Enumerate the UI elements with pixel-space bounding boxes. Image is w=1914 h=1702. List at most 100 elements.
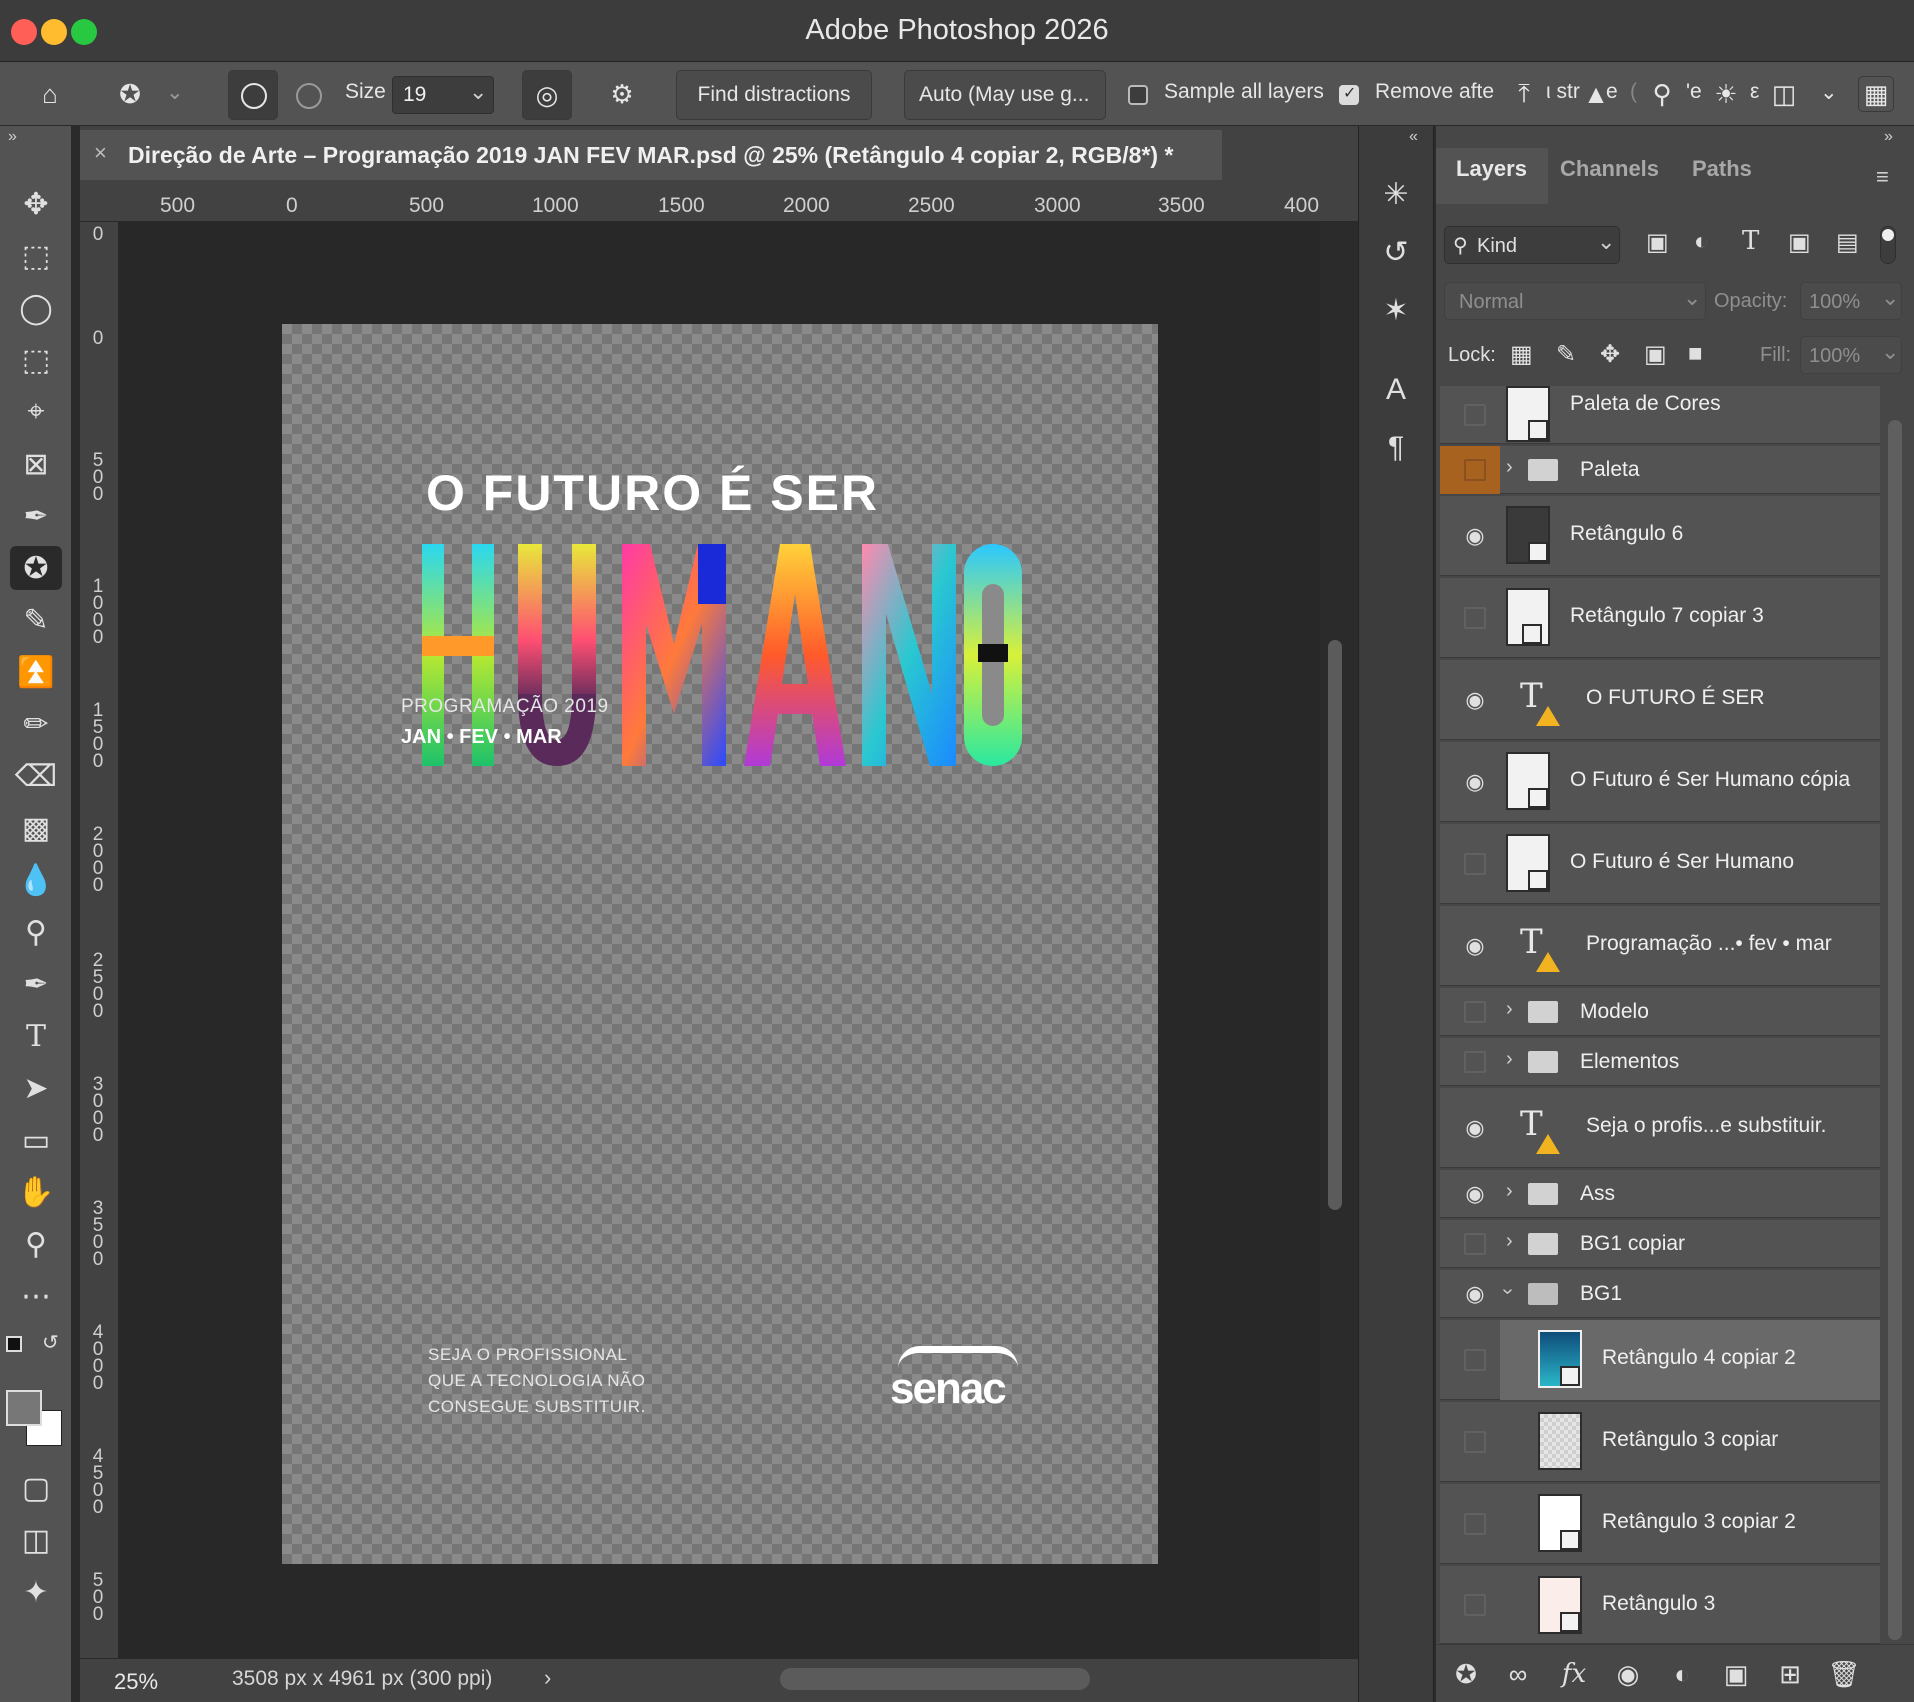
spot-healing-brush-tool-icon[interactable]: ✪ [10, 546, 62, 590]
layer-row[interactable]: › Modelo [1440, 988, 1880, 1036]
adjustment-layer-icon[interactable]: ◐ [1662, 1654, 1702, 1694]
path-selection-tool-icon[interactable]: ➤ [10, 1066, 62, 1110]
visibility-toggle[interactable] [1464, 853, 1486, 875]
visibility-toggle[interactable] [1464, 1233, 1486, 1255]
mode-dropdown[interactable]: Auto (May use g... [904, 70, 1106, 120]
tab-layers[interactable]: Layers [1456, 156, 1527, 182]
remove-after-checkbox[interactable]: ✓ [1339, 85, 1359, 105]
collapse-toolbar-icon[interactable]: » [8, 128, 17, 146]
eye-icon[interactable]: ◉ [1460, 660, 1490, 739]
layer-row[interactable]: Retângulo 3 [1440, 1566, 1880, 1644]
layer-row[interactable]: Retângulo 3 copiar [1440, 1402, 1880, 1482]
filter-toggle[interactable] [1880, 226, 1896, 264]
layer-row[interactable]: ◉ › Ass [1440, 1170, 1880, 1218]
vertical-scrollbar[interactable] [1328, 640, 1342, 1210]
filter-smart-object-icon[interactable]: ▤ [1836, 228, 1859, 257]
actions-icon[interactable]: ✶ [1372, 288, 1420, 332]
circle-minus-icon[interactable] [296, 83, 322, 109]
default-colors-icon[interactable] [6, 1336, 22, 1352]
filter-pixel-icon[interactable]: ▣ [1646, 228, 1669, 257]
history-brush-tool-icon[interactable]: ✏ [10, 702, 62, 746]
tab-paths[interactable]: Paths [1692, 156, 1752, 182]
visibility-toggle[interactable] [1464, 607, 1486, 629]
layers-scrollbar[interactable] [1888, 420, 1902, 1640]
lock-transparent-icon[interactable]: ▦ [1510, 340, 1533, 369]
lock-all-icon[interactable]: ■ [1688, 340, 1703, 368]
preset-chevron-icon[interactable]: ⌄ [166, 80, 184, 105]
generative-layer-icon[interactable]: ✪ [1446, 1654, 1486, 1694]
layer-row[interactable]: ◉ T O FUTURO É SER [1440, 660, 1880, 740]
generative-icon[interactable]: ✦ [10, 1570, 62, 1614]
document-tab[interactable]: × Direção de Arte – Programação 2019 JAN… [80, 130, 1222, 180]
workspace-layout-icon[interactable]: ◫ [1766, 76, 1802, 112]
fill-field[interactable]: 100% ⌄ [1800, 336, 1902, 374]
visibility-toggle[interactable] [1464, 1349, 1486, 1371]
add-mask-icon[interactable]: ◉ [1608, 1654, 1648, 1694]
eraser-tool-icon[interactable]: ⌫ [10, 754, 62, 798]
panel-toggle-icon[interactable]: ▦ [1858, 76, 1894, 112]
eye-icon[interactable]: ◉ [1460, 1170, 1490, 1217]
layer-style-fx-icon[interactable]: fx [1554, 1654, 1594, 1694]
layer-row[interactable]: Retângulo 4 copiar 2 [1440, 1320, 1880, 1400]
visibility-toggle[interactable] [1464, 1513, 1486, 1535]
quick-mask-icon[interactable]: ▢ [10, 1466, 62, 1510]
lasso-tool-icon[interactable]: ◯ [10, 286, 62, 330]
filter-kind-dropdown[interactable]: ⚲ Kind ⌄ [1444, 226, 1620, 264]
frame-tool-icon[interactable]: ⊠ [10, 442, 62, 486]
blur-tool-icon[interactable]: 💧 [10, 858, 62, 902]
layer-row[interactable]: Retângulo 3 copiar 2 [1440, 1484, 1880, 1564]
panel-menu-icon[interactable]: ≡ [1876, 164, 1889, 190]
visibility-toggle[interactable] [1464, 1431, 1486, 1453]
eye-icon[interactable]: ◉ [1460, 742, 1490, 821]
layer-row[interactable]: O Futuro é Ser Humano [1440, 824, 1880, 904]
visibility-toggle[interactable] [1464, 1001, 1486, 1023]
layer-row[interactable]: › Paleta [1440, 446, 1880, 494]
expand-panel-icon[interactable]: » [1884, 128, 1893, 146]
character-icon[interactable]: A [1372, 368, 1420, 412]
move-tool-icon[interactable]: ✥ [10, 182, 62, 226]
chevron-right-icon[interactable]: › [1506, 1230, 1513, 1253]
pressure-size-button[interactable]: ◎ [522, 70, 572, 120]
visibility-toggle[interactable] [1464, 1594, 1486, 1616]
layer-row[interactable]: ◉ O Futuro é Ser Humano cópia [1440, 742, 1880, 822]
dodge-tool-icon[interactable]: ⚲ [10, 910, 62, 954]
search-icon[interactable]: ⚲ [1644, 76, 1680, 112]
brush-tool-icon[interactable]: ✎ [10, 598, 62, 642]
close-tab-icon[interactable]: × [94, 140, 107, 166]
chevron-right-icon[interactable]: › [1506, 1180, 1513, 1203]
zoom-tool-icon[interactable]: ⚲ [10, 1222, 62, 1266]
sample-all-layers-checkbox[interactable] [1128, 85, 1148, 105]
blend-mode-dropdown[interactable]: Normal ⌄ [1444, 282, 1706, 320]
crop-tool-icon[interactable]: ⌖ [10, 390, 62, 434]
chevron-right-icon[interactable]: › [1506, 998, 1513, 1021]
visibility-toggle[interactable] [1464, 459, 1486, 481]
home-icon[interactable]: ⌂ [32, 76, 68, 112]
new-layer-icon[interactable]: ⊞ [1770, 1654, 1810, 1694]
spot-healing-tool-preset-icon[interactable]: ✪ [112, 76, 148, 112]
pen-tool-icon[interactable]: ✒ [10, 962, 62, 1006]
eye-icon[interactable]: ◉ [1460, 1270, 1490, 1317]
visibility-toggle[interactable] [1464, 1051, 1486, 1073]
swap-colors-icon[interactable]: ↺ [42, 1330, 59, 1355]
lock-position-icon[interactable]: ✥ [1600, 340, 1620, 369]
layer-row[interactable]: Paleta de Cores [1440, 386, 1880, 444]
eye-icon[interactable]: ◉ [1460, 906, 1490, 985]
hand-tool-icon[interactable]: ✋ [10, 1170, 62, 1214]
filter-type-icon[interactable]: T [1742, 226, 1759, 256]
add-to-selection-button[interactable] [228, 70, 278, 120]
navigator-icon[interactable]: ✳ [1372, 172, 1420, 216]
find-distractions-button[interactable]: Find distractions [676, 70, 872, 120]
filter-shape-icon[interactable]: ▣ [1788, 228, 1811, 257]
visibility-toggle[interactable] [1464, 404, 1486, 426]
layer-row[interactable]: ◉ T Seja o profis...e substituir. [1440, 1088, 1880, 1168]
collapse-dock-icon[interactable]: « [1409, 128, 1418, 146]
eye-icon[interactable]: ◉ [1460, 496, 1490, 575]
layer-row[interactable]: Retângulo 7 copiar 3 [1440, 578, 1880, 658]
document-canvas[interactable]: O FUTURO É SER PROGRAMAÇÃO 2019 JAN • FE… [282, 324, 1158, 1564]
more-tools-icon[interactable]: ⋯ [10, 1274, 62, 1318]
marquee-tool-icon[interactable]: ⬚ [10, 234, 62, 278]
lock-artboard-icon[interactable]: ▣ [1644, 340, 1667, 369]
chevron-down-icon[interactable]: › [1496, 1288, 1519, 1295]
type-tool-icon[interactable]: T [10, 1014, 62, 1058]
chevron-right-icon[interactable]: › [1506, 456, 1513, 479]
